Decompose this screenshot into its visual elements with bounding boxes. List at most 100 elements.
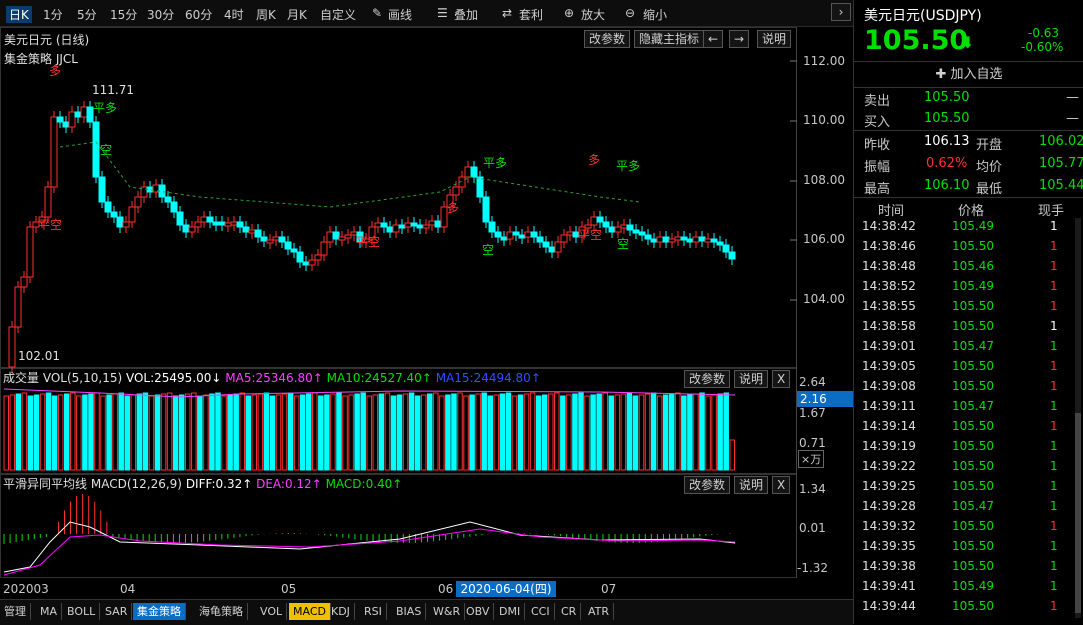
tab-turtle[interactable]: 海龟策略 bbox=[195, 603, 248, 620]
macd-close-button[interactable]: X bbox=[772, 476, 791, 494]
zoom-out-icon[interactable]: ⊖ bbox=[625, 6, 635, 20]
period-30min[interactable]: 30分 bbox=[147, 6, 174, 23]
collapse-panel-button[interactable]: › bbox=[831, 3, 851, 21]
volume-bar bbox=[166, 392, 173, 471]
volume-bar bbox=[372, 394, 379, 471]
down-arrow-icon: ⬇ bbox=[961, 33, 975, 52]
tab-bias[interactable]: BIAS bbox=[392, 603, 427, 620]
trade-volume: 1 bbox=[1050, 539, 1058, 553]
volume-bar bbox=[354, 393, 360, 471]
period-60min[interactable]: 60分 bbox=[185, 6, 212, 23]
tab-ma[interactable]: MA bbox=[36, 603, 63, 620]
add-watchlist-button[interactable]: ✚ 加入自选 bbox=[854, 61, 1083, 88]
arbitrage-icon[interactable]: ⇄ bbox=[502, 6, 512, 20]
zoom-out-button[interactable]: 缩小 bbox=[643, 6, 667, 23]
period-week[interactable]: 周K bbox=[256, 6, 276, 23]
tab-sar[interactable]: SAR bbox=[101, 603, 133, 620]
tab-wr[interactable]: W&R bbox=[429, 603, 466, 620]
macd-edit-params-button[interactable]: 改参数 bbox=[684, 476, 731, 494]
macd-tick-high: 1.34 bbox=[799, 482, 826, 496]
volume-bar bbox=[342, 395, 348, 471]
trade-volume: 1 bbox=[1050, 559, 1058, 573]
candle bbox=[110, 211, 118, 218]
candle bbox=[134, 196, 142, 208]
kline-chart[interactable] bbox=[0, 27, 853, 601]
period-15min[interactable]: 15分 bbox=[110, 6, 137, 23]
volume-bar bbox=[723, 392, 729, 471]
candle bbox=[266, 239, 274, 244]
quote-price: 105.50 bbox=[864, 25, 969, 56]
help-button[interactable]: 说明 bbox=[757, 30, 792, 48]
trade-price: 105.49 bbox=[952, 579, 994, 593]
tab-atr[interactable]: ATR bbox=[584, 603, 615, 620]
candle bbox=[590, 216, 598, 226]
period-daily[interactable]: 日K bbox=[6, 6, 32, 23]
period-5min[interactable]: 5分 bbox=[77, 6, 97, 23]
macd-help-button[interactable]: 说明 bbox=[734, 476, 769, 494]
candle bbox=[44, 186, 52, 218]
quote-code: (USDJPY) bbox=[920, 8, 982, 24]
tab-boll[interactable]: BOLL bbox=[63, 603, 101, 620]
candle bbox=[296, 251, 304, 263]
period-month[interactable]: 月K bbox=[287, 6, 307, 23]
trade-volume: 1 bbox=[1050, 259, 1058, 273]
period-4h[interactable]: 4时 bbox=[224, 6, 244, 23]
overlay-icon[interactable]: ☰ bbox=[437, 6, 448, 20]
macd-diff: DIFF:0.32↑ bbox=[185, 477, 253, 491]
overlay-button[interactable]: 叠加 bbox=[454, 6, 478, 23]
zoom-in-button[interactable]: 放大 bbox=[581, 6, 605, 23]
trades-scrollbar[interactable] bbox=[1075, 218, 1081, 618]
scroll-right-button[interactable]: → bbox=[729, 30, 750, 48]
tab-macd[interactable]: MACD bbox=[289, 603, 331, 620]
period-1min[interactable]: 1分 bbox=[43, 6, 63, 23]
candle bbox=[230, 221, 238, 226]
hide-indicator-button[interactable]: 隐藏主指标 bbox=[634, 30, 705, 48]
date-tick-apr: 04 bbox=[120, 582, 136, 596]
stat-avg: 105.77 bbox=[1039, 156, 1083, 171]
tab-manage[interactable]: 管理 bbox=[0, 603, 31, 620]
arbitrage-button[interactable]: 套利 bbox=[519, 6, 543, 23]
volume-bar bbox=[257, 393, 264, 471]
volume-bar bbox=[675, 392, 681, 471]
volume-help-button[interactable]: 说明 bbox=[734, 370, 769, 388]
trade-time: 14:39:35 bbox=[862, 539, 916, 553]
trade-time: 14:38:48 bbox=[862, 259, 916, 273]
tab-kdj[interactable]: KDJ bbox=[327, 603, 355, 620]
volume-close-button[interactable]: X bbox=[772, 370, 791, 388]
candle bbox=[284, 241, 292, 250]
tab-jjcl[interactable]: 集金策略 bbox=[133, 603, 186, 620]
zoom-in-icon[interactable]: ⊕ bbox=[564, 6, 574, 20]
trade-volume: 1 bbox=[1050, 579, 1058, 593]
candle bbox=[512, 231, 520, 236]
tab-dmi[interactable]: DMI bbox=[495, 603, 526, 620]
signal-long: 多 bbox=[588, 153, 601, 167]
tab-cr[interactable]: CR bbox=[557, 603, 582, 620]
trades-scrollbar-thumb[interactable] bbox=[1075, 413, 1081, 613]
volume-bar bbox=[112, 393, 118, 471]
volume-bar bbox=[493, 394, 500, 471]
tab-cci[interactable]: CCI bbox=[527, 603, 555, 620]
tab-vol[interactable]: VOL bbox=[256, 603, 288, 620]
trade-time: 14:39:05 bbox=[862, 359, 916, 373]
tab-rsi[interactable]: RSI bbox=[360, 603, 387, 620]
tab-obv[interactable]: OBV bbox=[462, 603, 495, 620]
volume-bar bbox=[445, 394, 451, 471]
date-tick-jul: 07 bbox=[601, 582, 617, 596]
volume-bar bbox=[390, 395, 397, 471]
volume-tick-high: 2.64 bbox=[799, 375, 826, 389]
period-custom[interactable]: 自定义 bbox=[320, 6, 356, 23]
volume-bar bbox=[360, 392, 366, 471]
trade-price: 105.50 bbox=[952, 479, 994, 493]
candle bbox=[242, 226, 250, 233]
draw-line-icon[interactable]: ✎ bbox=[372, 6, 382, 20]
volume-bar bbox=[269, 395, 276, 471]
volume-edit-params-button[interactable]: 改参数 bbox=[684, 370, 731, 388]
candle bbox=[500, 236, 508, 241]
edit-params-button[interactable]: 改参数 bbox=[584, 30, 631, 48]
volume-bar bbox=[39, 393, 46, 471]
volume-bar bbox=[33, 394, 40, 471]
scroll-left-button[interactable]: ← bbox=[703, 30, 724, 48]
draw-line-button[interactable]: 画线 bbox=[388, 6, 412, 23]
trades-list[interactable]: 14:38:42 105.49 1 14:38:46 105.50 1 14:38:48 10… bbox=[854, 216, 1074, 620]
signal-close-short: 平空 bbox=[38, 218, 63, 232]
